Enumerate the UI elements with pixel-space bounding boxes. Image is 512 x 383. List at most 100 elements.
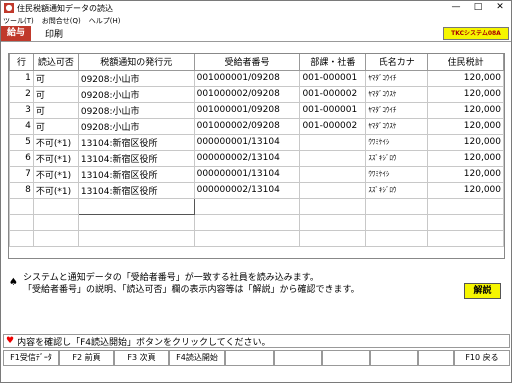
f6-button[interactable]: [274, 350, 322, 366]
minimize-button[interactable]: —: [445, 1, 467, 15]
column-header-row-number[interactable]: 行: [9, 54, 34, 71]
close-button[interactable]: ✕: [489, 1, 511, 15]
maximize-button[interactable]: □: [467, 1, 489, 15]
f7-button[interactable]: [322, 350, 370, 366]
empty-table-row[interactable]: [9, 229, 504, 247]
table-cell[interactable]: [32, 197, 79, 215]
f5-button[interactable]: [225, 350, 274, 366]
table-cell[interactable]: [365, 213, 429, 231]
table-cell[interactable]: [299, 197, 367, 215]
empty-table-row[interactable]: [9, 197, 504, 215]
table-cell[interactable]: 13104:新宿区役所: [77, 181, 195, 199]
column-header-readable[interactable]: 読込可否: [32, 54, 79, 71]
column-header-resident-tax[interactable]: 住民税計: [427, 54, 504, 71]
table-cell[interactable]: 不可(*1): [32, 165, 79, 183]
table-cell[interactable]: 120,000: [427, 85, 504, 103]
table-cell[interactable]: 可: [32, 85, 79, 103]
f9-button[interactable]: [418, 350, 454, 366]
table-cell[interactable]: 09208:小山市: [77, 69, 195, 87]
table-cell[interactable]: 不可(*1): [32, 149, 79, 167]
table-cell[interactable]: ｽｽﾞｷｼﾞﾛｳ: [365, 149, 429, 167]
table-cell[interactable]: [193, 197, 301, 215]
table-cell[interactable]: 000000001/13104: [193, 133, 301, 151]
table-row[interactable]: 6 不可(*1) 13104:新宿区役所 000000002/13104 ｽｽﾞｷｼﾞﾛ…: [9, 149, 504, 167]
table-cell[interactable]: 可: [32, 117, 79, 135]
table-cell[interactable]: [9, 229, 34, 247]
table-cell[interactable]: 13104:新宿区役所: [77, 165, 195, 183]
table-cell[interactable]: 001-000002: [299, 85, 367, 103]
column-header-dept-employee[interactable]: 部課・社番: [299, 54, 367, 71]
explanation-button[interactable]: 解説: [464, 283, 501, 299]
table-cell[interactable]: 000000002/13104: [193, 181, 301, 199]
table-cell[interactable]: 09208:小山市: [77, 117, 195, 135]
table-row[interactable]: 3 可 09208:小山市 001000001/09208 001-000001 ﾔﾏﾀﾞ…: [9, 101, 504, 119]
table-cell[interactable]: 001-000002: [299, 117, 367, 135]
table-cell[interactable]: 5: [9, 133, 34, 151]
table-cell[interactable]: [427, 213, 504, 231]
table-row[interactable]: 2 可 09208:小山市 001000002/09208 001-000002 ﾔﾏﾀﾞ…: [9, 85, 504, 103]
table-cell[interactable]: 不可(*1): [32, 181, 79, 199]
table-cell[interactable]: 2: [9, 85, 34, 103]
table-row[interactable]: 4 可 09208:小山市 001000002/09208 001-000002 ﾔﾏﾀﾞ…: [9, 117, 504, 135]
menu-tools[interactable]: ツール(T): [3, 16, 34, 26]
table-cell[interactable]: 000000001/13104: [193, 165, 301, 183]
table-cell[interactable]: 120,000: [427, 69, 504, 87]
table-cell[interactable]: ﾔﾏﾀﾞｺｳｽｹ: [365, 85, 429, 103]
table-cell[interactable]: 120,000: [427, 181, 504, 199]
table-cell[interactable]: 09208:小山市: [77, 101, 195, 119]
table-cell[interactable]: [32, 213, 79, 231]
table-cell[interactable]: 001000001/09208: [193, 69, 301, 87]
table-cell[interactable]: 13104:新宿区役所: [77, 149, 195, 167]
f1-receive-data-button[interactable]: F1受信ﾃﾞｰﾀ: [3, 350, 59, 366]
table-cell[interactable]: [299, 229, 367, 247]
table-cell[interactable]: 001-000001: [299, 69, 367, 87]
table-cell[interactable]: [299, 133, 367, 151]
f4-start-import-button[interactable]: F4読込開始: [169, 350, 225, 366]
table-cell[interactable]: [299, 181, 367, 199]
table-cell[interactable]: [77, 213, 195, 231]
table-cell[interactable]: [299, 149, 367, 167]
print-button[interactable]: 印刷: [45, 27, 63, 40]
f10-back-button[interactable]: F10 戻る: [454, 350, 510, 366]
table-cell[interactable]: 000000002/13104: [193, 149, 301, 167]
table-cell[interactable]: 120,000: [427, 165, 504, 183]
table-cell[interactable]: 09208:小山市: [77, 85, 195, 103]
table-cell[interactable]: 120,000: [427, 149, 504, 167]
table-cell[interactable]: 可: [32, 101, 79, 119]
table-cell[interactable]: 001-000001: [299, 101, 367, 119]
table-cell[interactable]: ｽｽﾞｷｼﾞﾛｳ: [365, 181, 429, 199]
table-cell[interactable]: ｳﾜﾐｹｲｼ: [365, 165, 429, 183]
table-cell[interactable]: [427, 229, 504, 247]
table-cell[interactable]: [193, 213, 301, 231]
table-cell[interactable]: 6: [9, 149, 34, 167]
table-cell[interactable]: 13104:新宿区役所: [77, 133, 195, 151]
table-cell[interactable]: 120,000: [427, 133, 504, 151]
table-cell[interactable]: 8: [9, 181, 34, 199]
table-cell[interactable]: 7: [9, 165, 34, 183]
f2-prev-page-button[interactable]: F2 前頁: [59, 350, 114, 366]
table-cell[interactable]: 不可(*1): [32, 133, 79, 151]
table-cell[interactable]: 001000001/09208: [193, 101, 301, 119]
table-cell[interactable]: [9, 197, 34, 215]
menu-inquiry[interactable]: お問合せ(Q): [42, 16, 81, 26]
table-cell[interactable]: [32, 229, 79, 247]
table-cell[interactable]: ﾔﾏﾀﾞｺｳｲﾁ: [365, 69, 429, 87]
table-cell[interactable]: 001000002/09208: [193, 117, 301, 135]
table-cell[interactable]: ﾔﾏﾀﾞｺｳｲﾁ: [365, 101, 429, 119]
table-row[interactable]: 7 不可(*1) 13104:新宿区役所 000000001/13104 ｳﾜﾐｹｲｼ 1…: [9, 165, 504, 183]
table-cell[interactable]: [193, 229, 301, 247]
column-header-name-kana[interactable]: 氏名カナ: [365, 54, 429, 71]
table-row[interactable]: 5 不可(*1) 13104:新宿区役所 000000001/13104 ｳﾜﾐｹｲｼ 1…: [9, 133, 504, 151]
table-cell[interactable]: [77, 229, 195, 247]
table-cell[interactable]: 4: [9, 117, 34, 135]
table-cell[interactable]: ﾔﾏﾀﾞｺｳｽｹ: [365, 117, 429, 135]
table-cell[interactable]: 120,000: [427, 117, 504, 135]
table-cell[interactable]: [9, 213, 34, 231]
table-cell[interactable]: [299, 165, 367, 183]
table-cell[interactable]: [77, 197, 195, 215]
table-cell[interactable]: [365, 229, 429, 247]
empty-table-row[interactable]: [9, 213, 504, 231]
table-cell[interactable]: 120,000: [427, 101, 504, 119]
table-cell[interactable]: 1: [9, 69, 34, 87]
table-cell[interactable]: ｳﾜﾐｹｲｼ: [365, 133, 429, 151]
